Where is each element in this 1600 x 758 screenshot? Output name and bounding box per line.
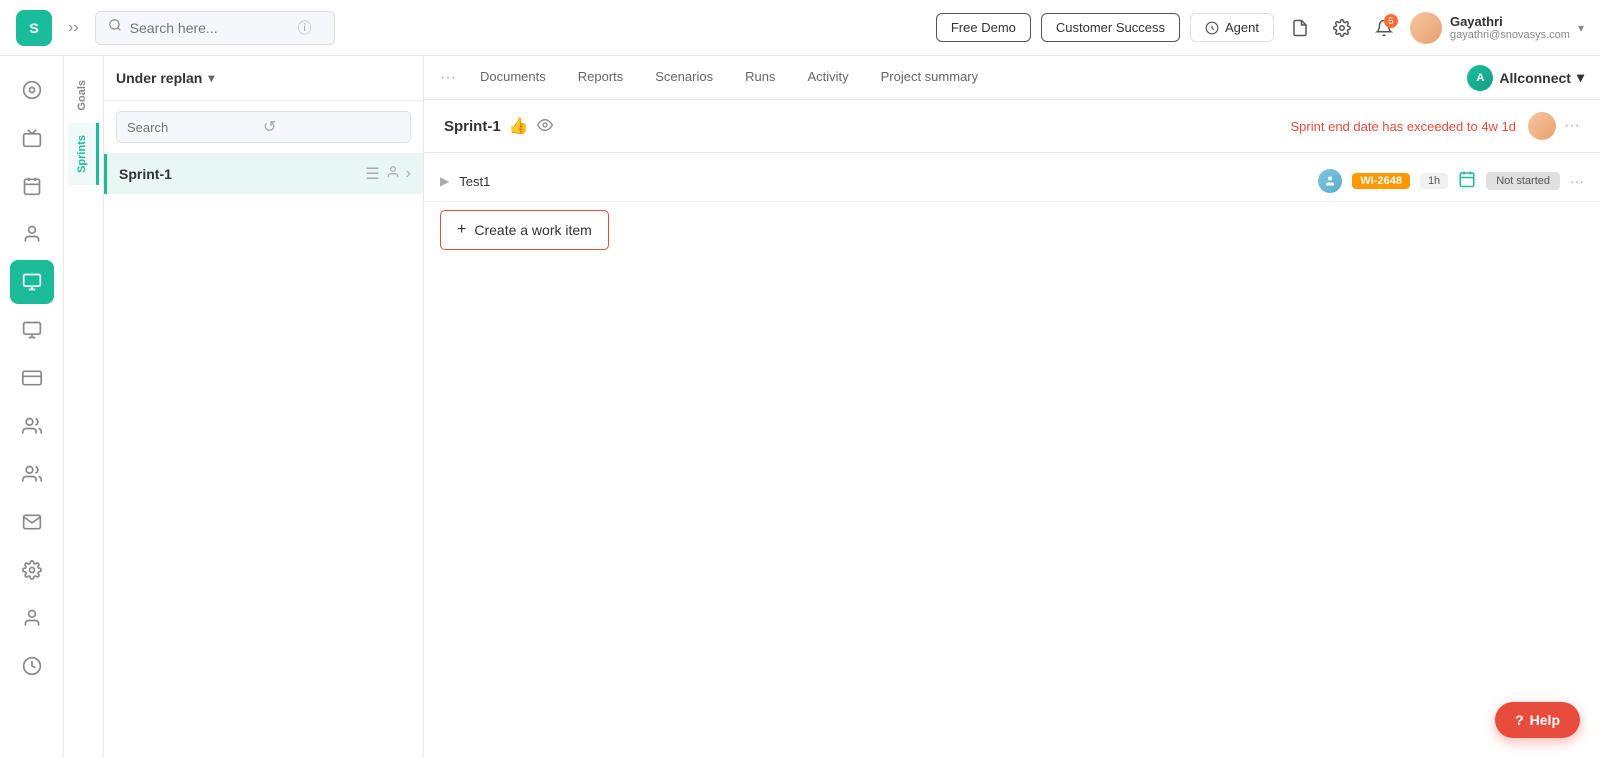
sprint-item-label: Sprint-1 [119, 166, 357, 182]
search-bar: ⓘ [95, 11, 335, 45]
sidebar-item-person[interactable] [10, 212, 54, 256]
help-label: Help [1530, 712, 1560, 728]
under-replan-label: Under replan [116, 70, 202, 86]
settings-icon-button[interactable] [1326, 12, 1358, 44]
agent-button[interactable]: Agent [1190, 13, 1274, 42]
sidebar-item-card[interactable] [10, 356, 54, 400]
eye-icon[interactable] [537, 117, 553, 136]
document-icon-button[interactable] [1284, 12, 1316, 44]
sidebar-item-monitor[interactable] [10, 308, 54, 352]
sidebar-item-group[interactable] [10, 452, 54, 496]
sprint-search-input[interactable] [127, 120, 257, 135]
sprint-list-item[interactable]: Sprint-1 ☰ › [104, 154, 423, 194]
user-name: Gayathri [1450, 14, 1570, 29]
subnav-item-scenarios[interactable]: Scenarios [639, 57, 729, 98]
nav-collapse-button[interactable]: ›› [64, 15, 83, 41]
tab-sprints[interactable]: Sprints [68, 123, 99, 185]
subnav-right: A Allconnect ▾ [1467, 65, 1584, 91]
allconnect-button[interactable]: A Allconnect ▾ [1467, 65, 1584, 91]
reset-search-button[interactable]: ↺ [263, 117, 276, 137]
user-text: Gayathri gayathri@snovasys.com [1450, 14, 1570, 41]
subnav-item-runs[interactable]: Runs [729, 57, 791, 98]
subnav-more-icon[interactable]: ··· [440, 69, 456, 87]
under-replan-chevron: ▾ [208, 71, 214, 85]
sidebar-item-clock[interactable] [10, 644, 54, 688]
sprint-item-menu-icon[interactable]: ☰ [365, 164, 379, 184]
sidebar-item-calendar[interactable] [10, 164, 54, 208]
sprint-header-more-icon[interactable]: ··· [1564, 117, 1580, 135]
help-icon: ? [1515, 712, 1524, 728]
work-item-name: Test1 [459, 174, 1308, 189]
subnav-item-documents[interactable]: Documents [464, 57, 562, 98]
assignee-avatar [1318, 169, 1342, 193]
create-work-item-button[interactable]: + Create a work item [440, 210, 609, 250]
help-button[interactable]: ? Help [1495, 702, 1580, 738]
thumbs-up-icon[interactable]: 👍 [509, 116, 529, 136]
secondary-sidebar: Goals Sprints [64, 56, 104, 758]
search-icon [108, 18, 122, 37]
main-content: ··· Documents Reports Scenarios Runs Act… [424, 56, 1600, 758]
sprint-warning-text: Sprint end date has exceeded to 4w 1d [1291, 119, 1517, 134]
sidebar-item-analytics[interactable] [10, 68, 54, 112]
sprint-item-expand-icon[interactable]: › [406, 165, 411, 183]
sprint-header: Sprint-1 👍 Sprint end date has exceeded … [424, 100, 1600, 153]
user-avatar [1410, 12, 1442, 44]
table-row: ▶ Test1 WI-2648 1h Not started ··· [424, 161, 1600, 202]
sprint-item-actions: ☰ › [365, 164, 411, 184]
under-replan-button[interactable]: Under replan ▾ [116, 70, 214, 86]
sidebar-item-backlog[interactable] [10, 260, 54, 304]
allconnect-label: Allconnect [1499, 70, 1571, 86]
customer-success-button[interactable]: Customer Success [1041, 13, 1180, 42]
subnav-item-reports[interactable]: Reports [562, 57, 640, 98]
sub-navigation: ··· Documents Reports Scenarios Runs Act… [424, 56, 1600, 100]
sprint-panel: Under replan ▾ ↺ Sprint-1 ☰ › [104, 56, 424, 758]
allconnect-dropdown-icon: ▾ [1577, 69, 1584, 86]
sidebar-item-tv[interactable] [10, 116, 54, 160]
sprint-search-input-container: ↺ [116, 111, 411, 143]
header-actions: Free Demo Customer Success Agent 5 [936, 12, 1584, 44]
user-email: gayathri@snovasys.com [1450, 29, 1570, 41]
search-info-icon[interactable]: ⓘ [298, 18, 312, 38]
agent-label: Agent [1225, 20, 1259, 35]
allconnect-avatar: A [1467, 65, 1493, 91]
user-dropdown-icon: ▾ [1578, 21, 1584, 35]
user-info[interactable]: Gayathri gayathri@snovasys.com ▾ [1410, 12, 1584, 44]
row-more-icon[interactable]: ··· [1570, 173, 1584, 189]
time-badge: 1h [1420, 173, 1448, 189]
expand-row-button[interactable]: ▶ [440, 174, 449, 188]
sprint-title-text: Sprint-1 [444, 118, 501, 135]
sprint-content-area: Sprint-1 👍 Sprint end date has exceeded … [424, 100, 1600, 758]
wi-badge: WI-2648 [1352, 173, 1410, 189]
sidebar-item-mail[interactable] [10, 500, 54, 544]
status-badge: Not started [1486, 172, 1560, 190]
sidebar-item-team[interactable] [10, 404, 54, 448]
calendar-icon[interactable] [1458, 170, 1476, 193]
sprint-item-assign-icon[interactable] [386, 165, 400, 184]
logo-button[interactable]: S [16, 10, 52, 46]
top-header: S ›› ⓘ Free Demo Customer Success Agent [0, 0, 1600, 56]
create-work-item-label: Create a work item [474, 222, 591, 238]
notification-badge: 5 [1384, 14, 1398, 28]
logo-icon: S [29, 20, 38, 36]
sprint-title-group: Sprint-1 👍 [444, 116, 553, 136]
subnav-item-project-summary[interactable]: Project summary [865, 57, 995, 98]
sprint-search-area: ↺ [104, 101, 423, 154]
sprint-body: ▶ Test1 WI-2648 1h Not started ··· [424, 153, 1600, 758]
left-sidebar [0, 56, 64, 758]
notification-icon-button[interactable]: 5 [1368, 12, 1400, 44]
search-input[interactable] [130, 20, 290, 36]
plus-icon: + [457, 221, 466, 239]
subnav-item-activity[interactable]: Activity [791, 57, 864, 98]
sprint-header-avatar [1528, 112, 1556, 140]
free-demo-button[interactable]: Free Demo [936, 13, 1031, 42]
tab-goals[interactable]: Goals [68, 68, 99, 123]
sidebar-item-settings[interactable] [10, 548, 54, 592]
sprint-panel-header: Under replan ▾ [104, 56, 423, 101]
sidebar-item-user-settings[interactable] [10, 596, 54, 640]
